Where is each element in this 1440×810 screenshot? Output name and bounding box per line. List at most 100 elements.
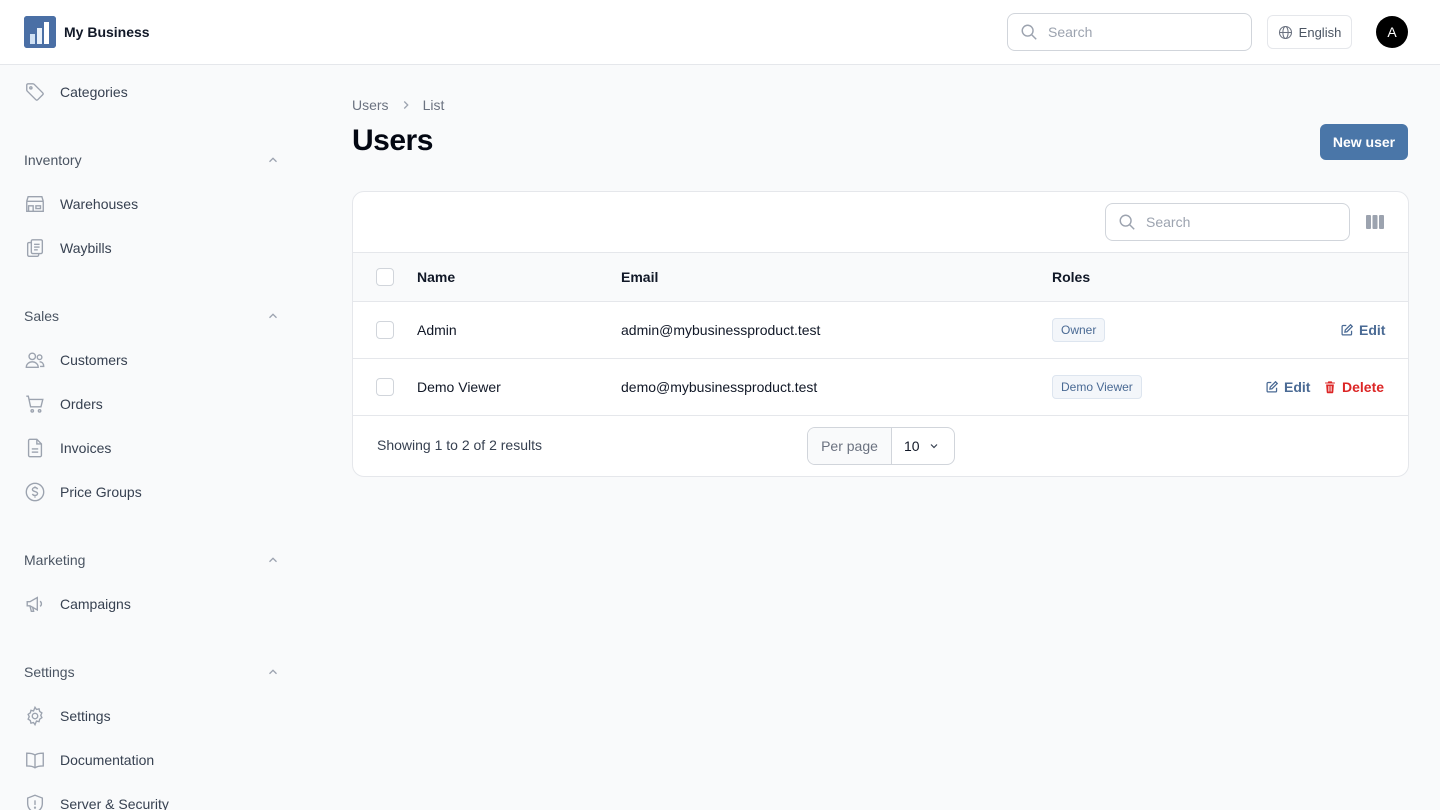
column-toggle-button[interactable] (1365, 213, 1385, 236)
column-header-name[interactable]: Name (417, 269, 455, 285)
row-checkbox[interactable] (376, 321, 394, 339)
delete-label: Delete (1342, 379, 1385, 395)
sidebar-group-settings[interactable]: Settings (24, 660, 280, 684)
edit-label: Edit (1284, 379, 1311, 395)
book-open-icon (26, 752, 44, 769)
breadcrumb: Users List (352, 97, 444, 113)
pagination-summary: Showing 1 to 2 of 2 results (377, 437, 542, 453)
sidebar-item-label: Customers (60, 352, 128, 368)
sidebar-item-waybills[interactable]: Waybills (24, 230, 284, 266)
select-all-checkbox[interactable] (376, 268, 394, 286)
clipboard-document-list-icon (26, 239, 44, 257)
sidebar-item-orders[interactable]: Orders (24, 386, 284, 422)
per-page-control: Per page 10 (807, 427, 955, 465)
table-row: Admin admin@mybusinessproduct.test Owner… (353, 302, 1408, 359)
sidebar-item-campaigns[interactable]: Campaigns (24, 586, 284, 622)
sidebar-item-documentation[interactable]: Documentation (24, 742, 284, 778)
search-icon (1119, 214, 1135, 230)
user-avatar[interactable]: A (1376, 16, 1408, 48)
sidebar-item-label: Price Groups (60, 484, 142, 500)
user-name: Admin (417, 322, 457, 338)
pencil-square-icon (1266, 380, 1279, 393)
cog-icon (27, 705, 43, 727)
sidebar-item-label: Campaigns (60, 596, 131, 612)
sidebar-group-marketing[interactable]: Marketing (24, 548, 280, 572)
search-icon (1021, 24, 1037, 40)
chevron-up-icon (269, 669, 277, 675)
shopping-cart-icon (26, 395, 44, 413)
row-checkbox[interactable] (376, 378, 394, 396)
sidebar-item-label: Documentation (60, 752, 155, 768)
delete-button[interactable]: Delete (1323, 379, 1384, 395)
sidebar-group-label: Sales (24, 308, 60, 324)
sidebar-item-label: Warehouses (60, 196, 139, 212)
sidebar-item-price-groups[interactable]: Price Groups (24, 474, 284, 510)
sidebar-group-label: Settings (24, 664, 75, 680)
shield-exclamation-icon (26, 794, 44, 810)
table-search-input[interactable] (1146, 214, 1326, 230)
sidebar-group-inventory[interactable]: Inventory (24, 148, 280, 172)
chevron-right-icon (403, 101, 409, 109)
sidebar-group-label: Marketing (24, 552, 86, 568)
sidebar-group-sales[interactable]: Sales (24, 304, 280, 328)
trash-icon (1325, 381, 1335, 394)
document-text-icon (27, 438, 43, 458)
table-toolbar (353, 192, 1408, 253)
chevron-up-icon (269, 313, 277, 319)
pencil-square-icon (1341, 323, 1354, 336)
edit-button[interactable]: Edit (1265, 379, 1310, 395)
top-bar: My Business English A (0, 0, 1440, 65)
building-storefront-icon (26, 195, 44, 213)
edit-label: Edit (1359, 322, 1386, 338)
column-header-email[interactable]: Email (621, 269, 658, 285)
sidebar-group-label: Inventory (24, 152, 82, 168)
role-badge: Demo Viewer (1052, 375, 1142, 399)
chevron-down-icon (930, 444, 938, 449)
user-email: admin@mybusinessproduct.test (621, 322, 821, 338)
global-search-input[interactable] (1048, 24, 1228, 40)
new-user-button[interactable]: New user (1320, 124, 1408, 160)
sidebar-item-server-security[interactable]: Server & Security (24, 786, 284, 810)
brand[interactable]: My Business (24, 16, 150, 48)
breadcrumb-current: List (422, 97, 445, 113)
chevron-up-icon (269, 157, 277, 163)
sidebar-item-label: Waybills (60, 240, 112, 256)
language-switcher-button[interactable]: English (1267, 15, 1352, 49)
globe-icon (1278, 25, 1292, 39)
sidebar-item-customers[interactable]: Customers (24, 342, 284, 378)
sidebar-item-settings[interactable]: Settings (24, 698, 284, 734)
sidebar-item-invoices[interactable]: Invoices (24, 430, 284, 466)
brand-logo-icon (24, 16, 56, 48)
sidebar-item-label: Invoices (60, 440, 112, 456)
table-header: Name Email Roles (353, 253, 1408, 302)
tag-icon (26, 83, 44, 101)
sidebar-item-label: Settings (60, 708, 111, 724)
currency-dollar-icon (25, 482, 45, 502)
breadcrumb-link-users[interactable]: Users (352, 97, 389, 113)
table-row: Demo Viewer demo@mybusinessproduct.test … (353, 359, 1408, 416)
users-icon (25, 352, 45, 369)
sidebar-item-categories[interactable]: Categories (24, 74, 284, 110)
per-page-label: Per page (808, 428, 892, 464)
role-badge: Owner (1052, 318, 1106, 342)
brand-name: My Business (64, 24, 150, 40)
user-name: Demo Viewer (417, 379, 501, 395)
sidebar-item-label: Server & Security (60, 796, 169, 810)
language-label: English (1298, 24, 1342, 40)
users-table-card: Name Email Roles Admin admin@mybusinessp… (352, 191, 1409, 477)
per-page-select[interactable]: 10 (892, 428, 954, 464)
page-title: Users (352, 124, 433, 157)
sidebar-item-warehouses[interactable]: Warehouses (24, 186, 284, 222)
sidebar-item-label: Orders (60, 396, 103, 412)
edit-button[interactable]: Edit (1340, 322, 1385, 338)
table-search[interactable] (1105, 203, 1350, 241)
global-search[interactable] (1007, 13, 1252, 51)
chevron-up-icon (269, 557, 277, 563)
view-columns-icon (1366, 215, 1384, 229)
megaphone-icon (26, 596, 43, 613)
sidebar: Categories Inventory Warehouses Waybills… (0, 65, 300, 810)
user-email: demo@mybusinessproduct.test (621, 379, 818, 395)
per-page-value: 10 (904, 438, 920, 454)
sidebar-item-label: Categories (60, 84, 128, 100)
column-header-roles: Roles (1052, 269, 1091, 285)
